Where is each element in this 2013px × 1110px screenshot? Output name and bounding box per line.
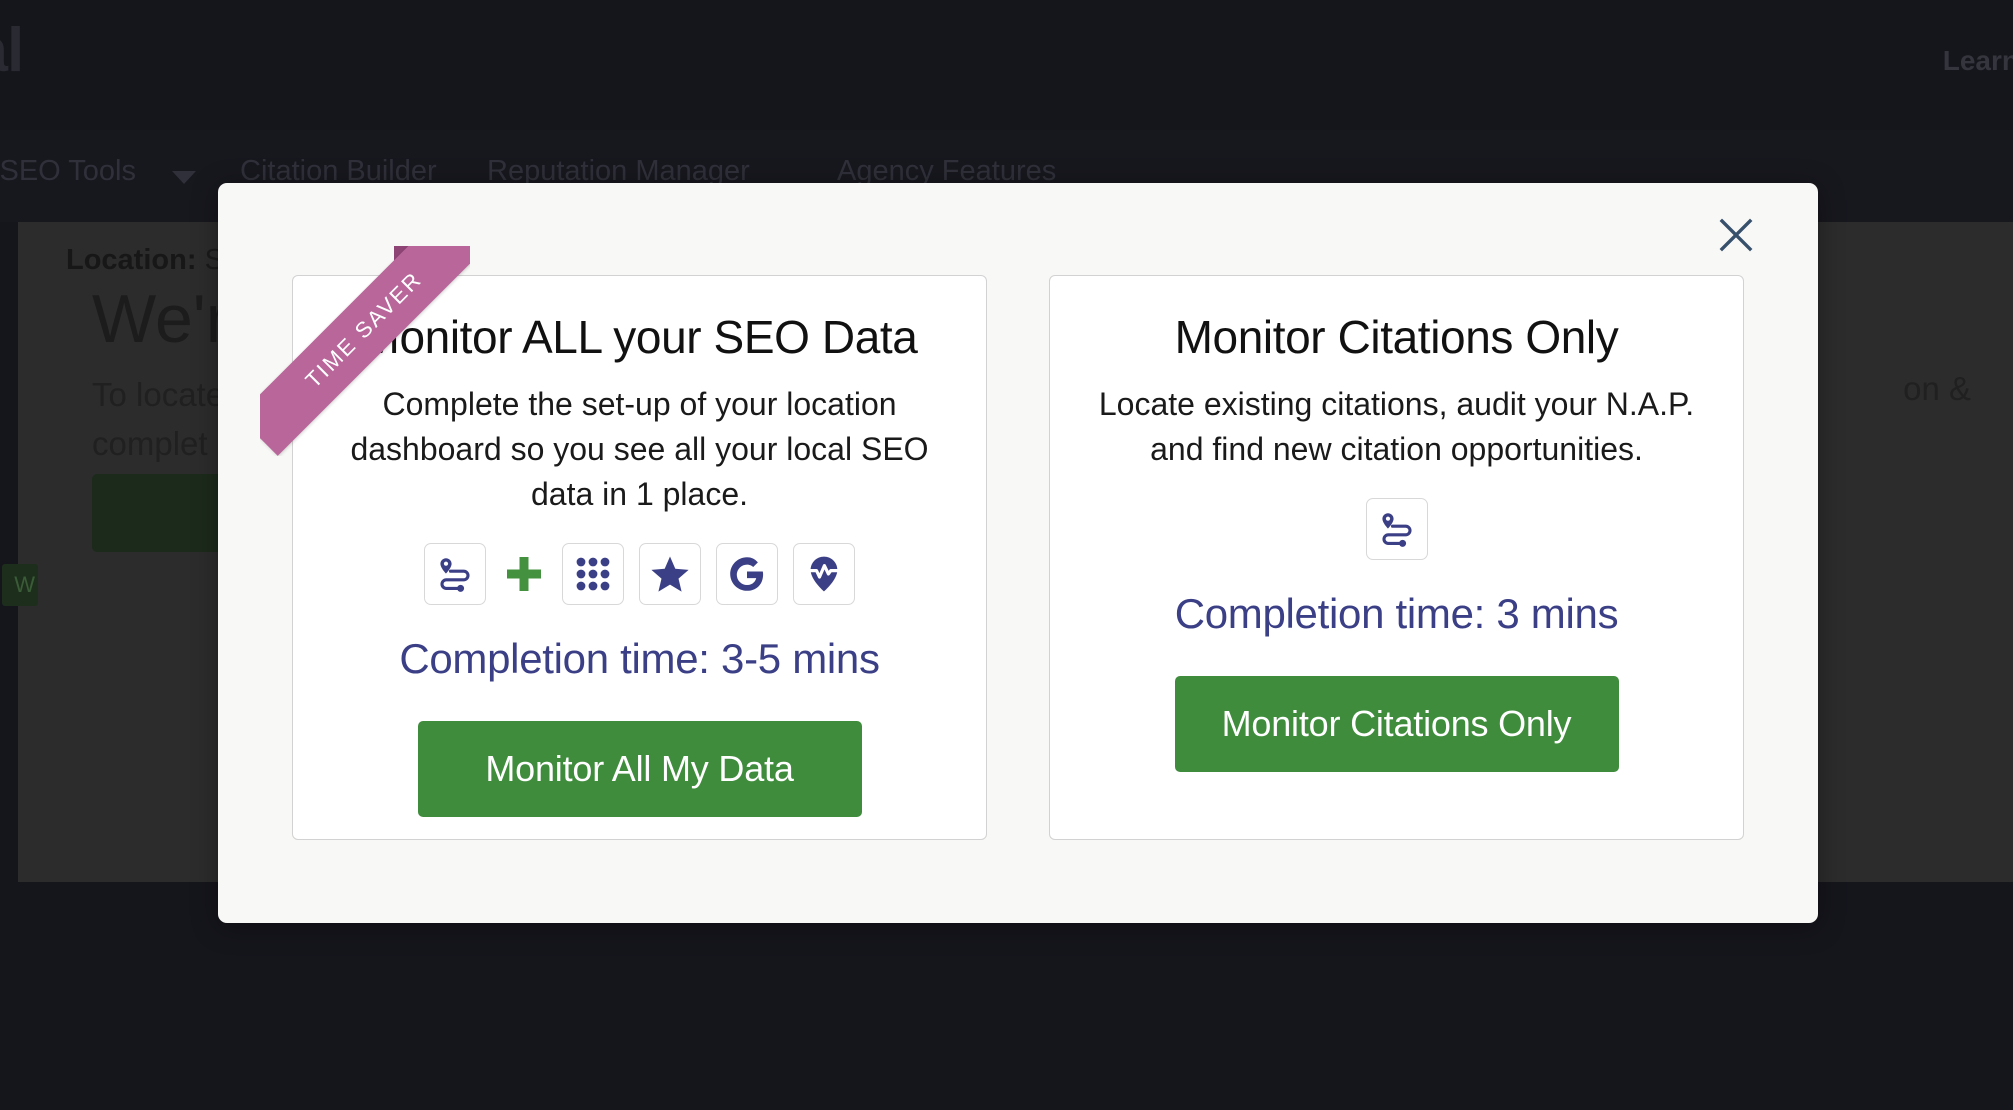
chevron-down-icon <box>172 171 196 184</box>
card-monitor-citations[interactable]: Monitor Citations Only Locate existing c… <box>1049 275 1744 840</box>
monitor-all-my-data-button[interactable]: Monitor All My Data <box>417 721 862 817</box>
citation-route-icon <box>1365 498 1428 560</box>
card-description: Complete the set-up of your location das… <box>350 386 929 512</box>
card-title: Monitor ALL your SEO Data <box>361 311 918 363</box>
plan-cards: TIME SAVER Monitor ALL your SEO Data Com… <box>260 246 1744 840</box>
citation-route-icon <box>424 543 486 605</box>
location-label: Location: S <box>66 244 224 277</box>
location-pulse-pin-icon <box>793 543 855 605</box>
monitor-citations-only-button[interactable]: Monitor Citations Only <box>1174 676 1619 772</box>
brand-logo: cal <box>0 16 24 85</box>
ribbon-fold-left <box>260 380 282 402</box>
background-topbar: cal Learn <box>0 0 2013 130</box>
side-badge[interactable]: W <box>2 564 38 606</box>
plus-icon <box>501 551 547 597</box>
ribbon-fold-right <box>394 246 416 268</box>
card-title: Monitor Citations Only <box>1174 311 1619 363</box>
location-label-text: Location: <box>66 244 197 276</box>
completion-time: Completion time: 3-5 mins <box>399 635 880 682</box>
cta-container: Monitor All My Data <box>293 721 986 817</box>
card-monitor-all[interactable]: TIME SAVER Monitor ALL your SEO Data Com… <box>260 246 987 840</box>
cta-container: Monitor Citations Only <box>1050 676 1743 772</box>
feature-icon-row <box>1050 498 1743 560</box>
card-description: Locate existing citations, audit your N.… <box>1098 386 1695 467</box>
nav-item-seo-tools[interactable]: l SEO Tools <box>0 155 136 188</box>
learn-link[interactable]: Learn <box>1943 45 2013 77</box>
grid-dots-icon <box>562 543 624 605</box>
choose-monitoring-modal: TIME SAVER Monitor ALL your SEO Data Com… <box>218 183 1818 923</box>
feature-icon-row <box>293 543 986 605</box>
google-g-icon <box>716 543 778 605</box>
completion-time: Completion time: 3 mins <box>1174 590 1619 637</box>
page-title: We'r <box>92 281 229 357</box>
page-description-right-fragment: on & <box>1903 370 1971 407</box>
close-icon[interactable] <box>1710 209 1762 261</box>
star-icon <box>639 543 701 605</box>
